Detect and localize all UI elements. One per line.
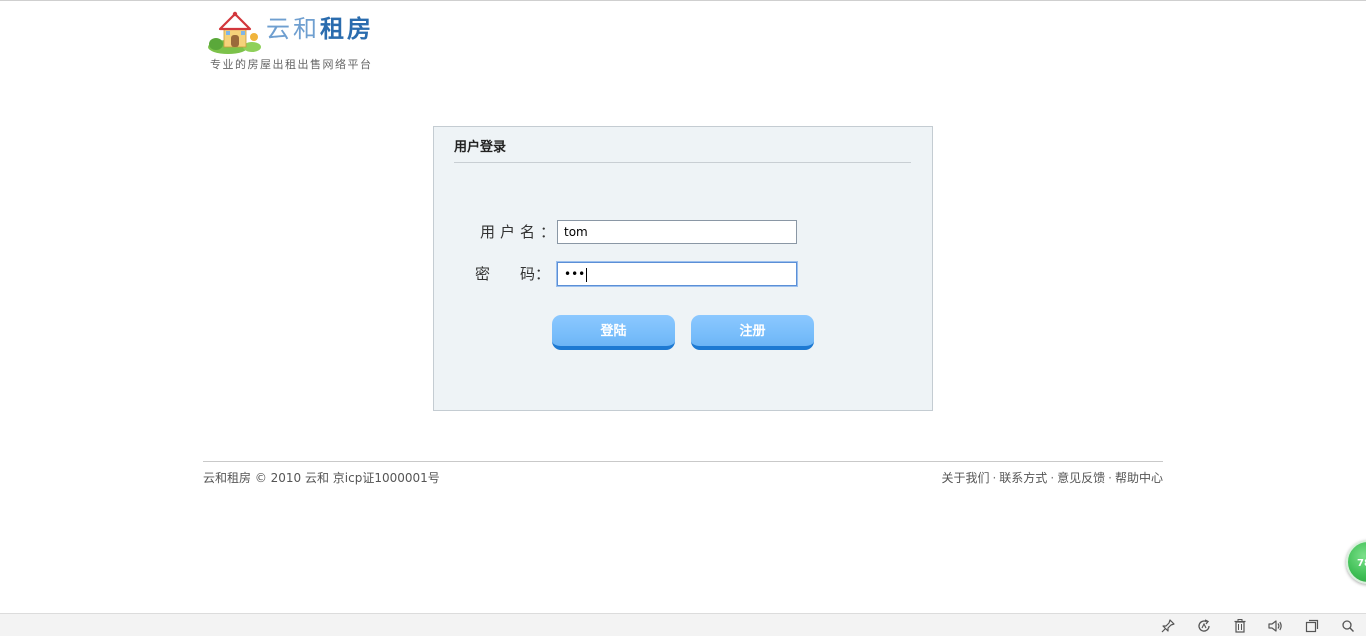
username-input[interactable]: tom (557, 220, 797, 244)
password-label-last: 码： (520, 265, 551, 283)
footer-link-contact[interactable]: 联系方式 (999, 471, 1047, 485)
footer-separator: · (992, 471, 997, 485)
password-label-first: 密 (475, 265, 491, 283)
username-label: 用户名： (480, 223, 561, 241)
footer-divider (203, 461, 1163, 462)
footer-link-feedback[interactable]: 意见反馈 (1057, 471, 1105, 485)
site-logo[interactable]: 云和租房 专业的房屋出租出售网络平台 (208, 7, 398, 73)
password-input[interactable]: ••• (557, 262, 797, 286)
trash-icon[interactable] (1232, 618, 1248, 634)
footer-copyright: 云和租房 © 2010 云和 京icp证1000001号 (203, 471, 440, 485)
search-icon[interactable] (1340, 618, 1356, 634)
logo-title: 云和租房 (266, 14, 374, 44)
register-button[interactable]: 注册 (691, 315, 814, 350)
password-masked-value: ••• (564, 267, 586, 281)
floating-speed-widget[interactable]: 78 (1346, 540, 1366, 584)
page: 云和租房 专业的房屋出租出售网络平台 用户登录 用户名： tom 密 码： •••… (0, 0, 1366, 636)
window-icon[interactable] (1304, 618, 1320, 634)
bottom-toolbar (0, 613, 1366, 636)
house-logo-icon (208, 11, 261, 54)
speaker-icon[interactable] (1267, 618, 1283, 634)
refresh-icon[interactable] (1196, 618, 1212, 634)
text-caret (586, 267, 588, 282)
login-panel: 用户登录 用户名： tom 密 码： ••• 登陆 注册 (433, 126, 933, 411)
password-row: 密 码： ••• (434, 262, 932, 286)
logo-title-light: 云和 (266, 15, 320, 43)
pin-icon[interactable] (1160, 618, 1176, 634)
login-button[interactable]: 登陆 (552, 315, 675, 350)
footer-links: 关于我们 · 联系方式 · 意见反馈 · 帮助中心 (941, 469, 1163, 486)
logo-slogan: 专业的房屋出租出售网络平台 (210, 58, 373, 71)
username-row: 用户名： tom (434, 220, 932, 244)
footer-link-about[interactable]: 关于我们 (941, 471, 989, 485)
footer-separator: · (1050, 471, 1055, 485)
login-title: 用户登录 (454, 139, 911, 163)
password-label: 密 码： (475, 262, 550, 286)
footer-separator: · (1108, 471, 1112, 485)
footer-link-help[interactable]: 帮助中心 (1115, 471, 1163, 485)
logo-title-bold: 租房 (320, 15, 374, 43)
